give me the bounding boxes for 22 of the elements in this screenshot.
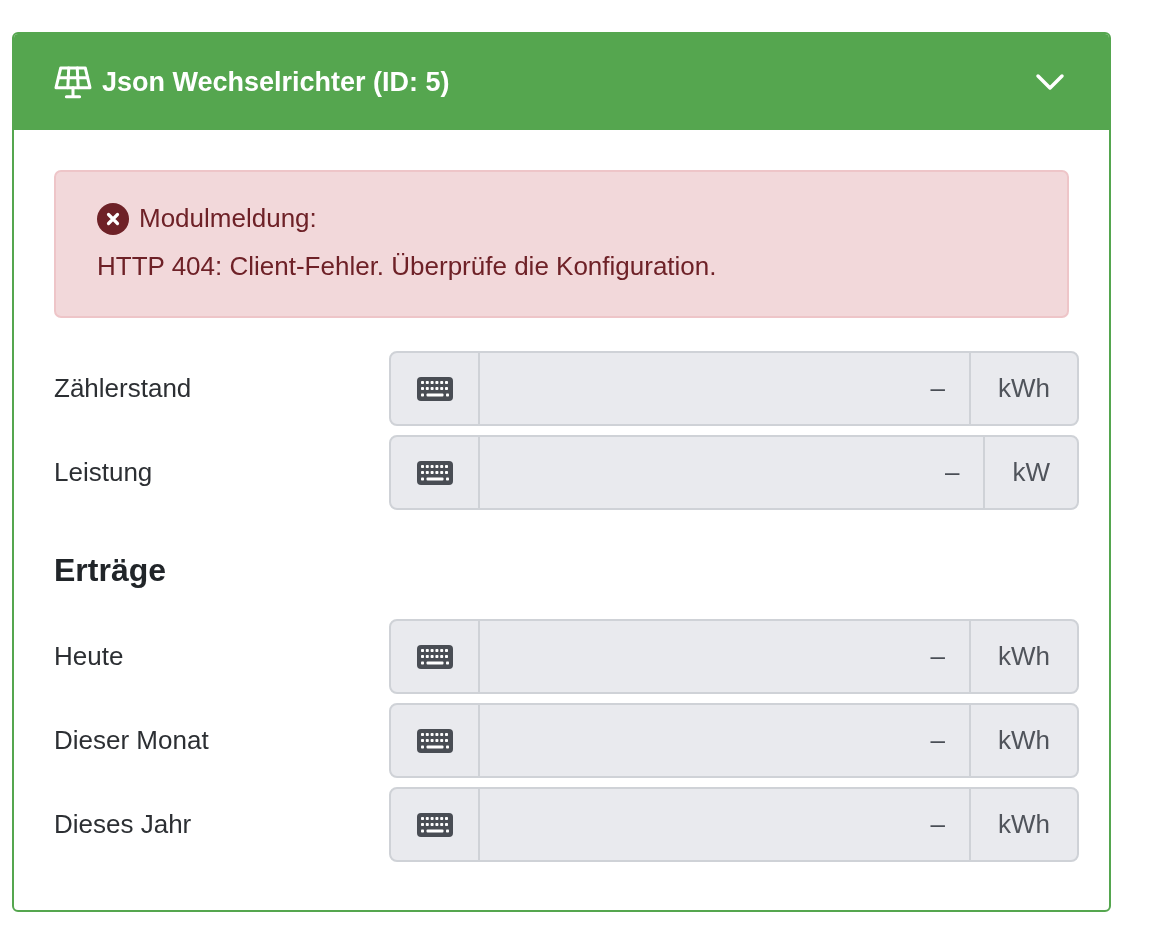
alert-message: HTTP 404: Client-Fehler. Überprüfe die Konfiguration. [97,250,718,283]
unit-addon: kWh [969,351,1079,426]
unit-addon: kWh [969,703,1079,778]
solar-panel-icon [54,65,92,99]
keyboard-icon [416,376,453,401]
keyboard-icon [416,812,453,837]
panel-title: Json Wechselrichter (ID: 5) [102,66,451,98]
field-label: Dieser Monat [54,725,209,755]
keyboard-icon [416,728,453,753]
keyboard-icon [416,644,453,669]
alert-title: Modulmeldung: [139,202,317,235]
field-label: Leistung [54,457,153,487]
unit-addon: kW [983,435,1079,510]
x-circle-icon [97,202,129,235]
unit-addon: kWh [969,619,1079,694]
unit-addon: kWh [969,787,1079,862]
keyboard-icon [416,460,453,485]
chevron-down-icon[interactable] [1035,73,1065,91]
field-label: Dieses Jahr [54,809,192,839]
section-heading: Erträge [54,551,167,590]
field-label: Zählerstand [54,373,192,403]
field-label: Heute [54,641,124,671]
